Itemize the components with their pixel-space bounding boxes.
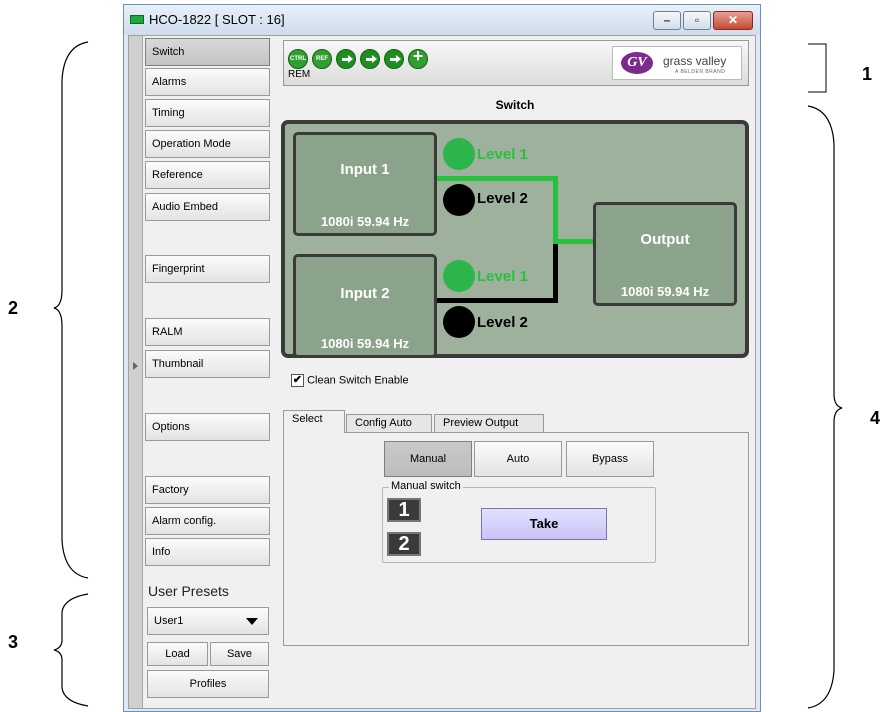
- callout-number-4: 4: [870, 408, 881, 428]
- nav-item-alarm-config[interactable]: Alarm config.: [145, 507, 270, 535]
- output-status-icon[interactable]: [384, 49, 404, 69]
- level1-output-link: [553, 239, 595, 244]
- input2-level2-indicator: [443, 306, 475, 338]
- nav-item-timing[interactable]: Timing: [145, 99, 270, 127]
- minimize-icon: –: [663, 13, 671, 27]
- window-title: HCO-1822 [ SLOT : 16]: [149, 12, 285, 27]
- nav-item-operation-mode[interactable]: Operation Mode: [145, 130, 270, 158]
- output-format: 1080i 59.94 Hz: [620, 284, 710, 299]
- callout-bracket-2: [53, 41, 89, 579]
- input1-status-icon[interactable]: [336, 49, 356, 69]
- input1-level1-indicator: [443, 138, 475, 170]
- nav-item-alarms[interactable]: Alarms: [145, 68, 270, 96]
- remote-label: REM: [288, 69, 311, 80]
- nav-item-audio-embed[interactable]: Audio Embed: [145, 193, 270, 221]
- logo-subtitle: A BELDEN BRAND: [675, 69, 726, 75]
- input1-level2-label: Level 2: [477, 190, 528, 207]
- clean-switch-label: Clean Switch Enable: [307, 374, 409, 387]
- input2-status-icon[interactable]: [360, 49, 380, 69]
- select-input-2-button[interactable]: 2: [387, 532, 421, 556]
- ref-status-icon[interactable]: REF: [312, 49, 332, 69]
- clean-switch-row[interactable]: ✔ Clean Switch Enable: [291, 374, 409, 387]
- switch-diagram: Input 1 1080i 59.94 Hz Level 1 Level 2 I…: [281, 120, 749, 358]
- level2-vertical-link: [553, 244, 558, 303]
- main-panel: CTRL REF REM GV grass valley A BELDEN BR…: [277, 38, 753, 706]
- tab-config-auto[interactable]: Config Auto: [346, 414, 432, 432]
- nav-item-switch[interactable]: Switch: [145, 38, 270, 66]
- manual-mode-button[interactable]: Manual: [384, 441, 472, 477]
- gv-logo-mark-icon: GV: [621, 52, 653, 74]
- tab-select[interactable]: Select: [283, 410, 345, 433]
- input1-format: 1080i 59.94 Hz: [320, 214, 410, 229]
- logo-wordmark: grass valley: [663, 54, 727, 68]
- user-presets-label: User Presets: [148, 583, 229, 599]
- minimize-button[interactable]: –: [653, 11, 681, 30]
- select-tab-panel: Manual Auto Bypass Manual switch 1 2 Tak…: [283, 432, 749, 646]
- output-box[interactable]: Output 1080i 59.94 Hz: [593, 202, 737, 306]
- hco-card-window: HCO-1822 [ SLOT : 16] – ▫ ✕ Switch Alarm…: [123, 4, 761, 712]
- dropdown-caret-icon: [246, 618, 258, 625]
- output-title: Output: [640, 231, 690, 248]
- maximize-button[interactable]: ▫: [683, 11, 711, 30]
- level1-vertical-link: [553, 176, 558, 244]
- callout-bracket-1: [808, 43, 827, 93]
- close-button[interactable]: ✕: [713, 11, 753, 30]
- input1-level2-indicator: [443, 184, 475, 216]
- input2-level1-label: Level 1: [477, 268, 528, 285]
- input2-level2-label: Level 2: [477, 314, 528, 331]
- nav-item-info[interactable]: Info: [145, 538, 270, 566]
- expand-arrow-icon[interactable]: [133, 362, 138, 370]
- load-preset-button[interactable]: Load: [147, 642, 208, 666]
- tab-preview-output[interactable]: Preview Output: [434, 414, 544, 432]
- nav-collapse-strip[interactable]: [129, 36, 143, 708]
- window-client-area: Switch Alarms Timing Operation Mode Refe…: [128, 35, 756, 709]
- input2-format: 1080i 59.94 Hz: [320, 336, 410, 351]
- maximize-icon: ▫: [694, 13, 700, 27]
- input1-box[interactable]: Input 1 1080i 59.94 Hz: [293, 132, 437, 236]
- title-bar[interactable]: HCO-1822 [ SLOT : 16] – ▫ ✕: [124, 5, 760, 35]
- user-preset-dropdown[interactable]: User1: [147, 607, 269, 635]
- callout-number-3: 3: [8, 632, 19, 652]
- status-icon-bar: CTRL REF REM GV grass valley A BELDEN BR…: [283, 40, 749, 86]
- manual-switch-group: Manual switch 1 2 Take: [382, 480, 656, 563]
- nav-item-thumbnail[interactable]: Thumbnail: [145, 350, 270, 378]
- page-title: Switch: [495, 98, 535, 112]
- left-navigation: Switch Alarms Timing Operation Mode Refe…: [145, 38, 271, 708]
- input2-level1-indicator: [443, 260, 475, 292]
- nav-item-reference[interactable]: Reference: [145, 161, 270, 189]
- save-preset-button[interactable]: Save: [210, 642, 269, 666]
- input2-box[interactable]: Input 2 1080i 59.94 Hz: [293, 254, 437, 358]
- grass-valley-logo: GV grass valley A BELDEN BRAND: [612, 46, 742, 80]
- close-icon: ✕: [727, 13, 739, 27]
- callout-number-2: 2: [8, 298, 19, 318]
- nav-item-options[interactable]: Options: [145, 413, 270, 441]
- auto-mode-button[interactable]: Auto: [474, 441, 562, 477]
- callout-bracket-3: [53, 593, 89, 707]
- callout-bracket-4: [807, 105, 843, 709]
- input1-level1-label: Level 1: [477, 146, 528, 163]
- user-preset-value: User1: [154, 615, 184, 627]
- input1-level1-link: [437, 176, 555, 181]
- select-input-1-button[interactable]: 1: [387, 498, 421, 522]
- bypass-mode-button[interactable]: Bypass: [566, 441, 654, 477]
- ctrl-status-icon[interactable]: CTRL: [288, 49, 308, 69]
- input2-title: Input 2: [340, 285, 390, 302]
- input2-level2-link: [437, 298, 555, 303]
- nav-item-factory[interactable]: Factory: [145, 476, 270, 504]
- profiles-button[interactable]: Profiles: [147, 670, 269, 698]
- nav-item-fingerprint[interactable]: Fingerprint: [145, 255, 270, 283]
- manual-switch-label: Manual switch: [389, 480, 463, 492]
- card-app-icon: [130, 15, 144, 24]
- nav-item-ralm[interactable]: RALM: [145, 318, 270, 346]
- add-status-icon[interactable]: [408, 47, 428, 69]
- input1-title: Input 1: [340, 161, 390, 178]
- clean-switch-checkbox[interactable]: ✔: [291, 374, 304, 387]
- callout-number-1: 1: [862, 64, 873, 84]
- take-button[interactable]: Take: [481, 508, 607, 540]
